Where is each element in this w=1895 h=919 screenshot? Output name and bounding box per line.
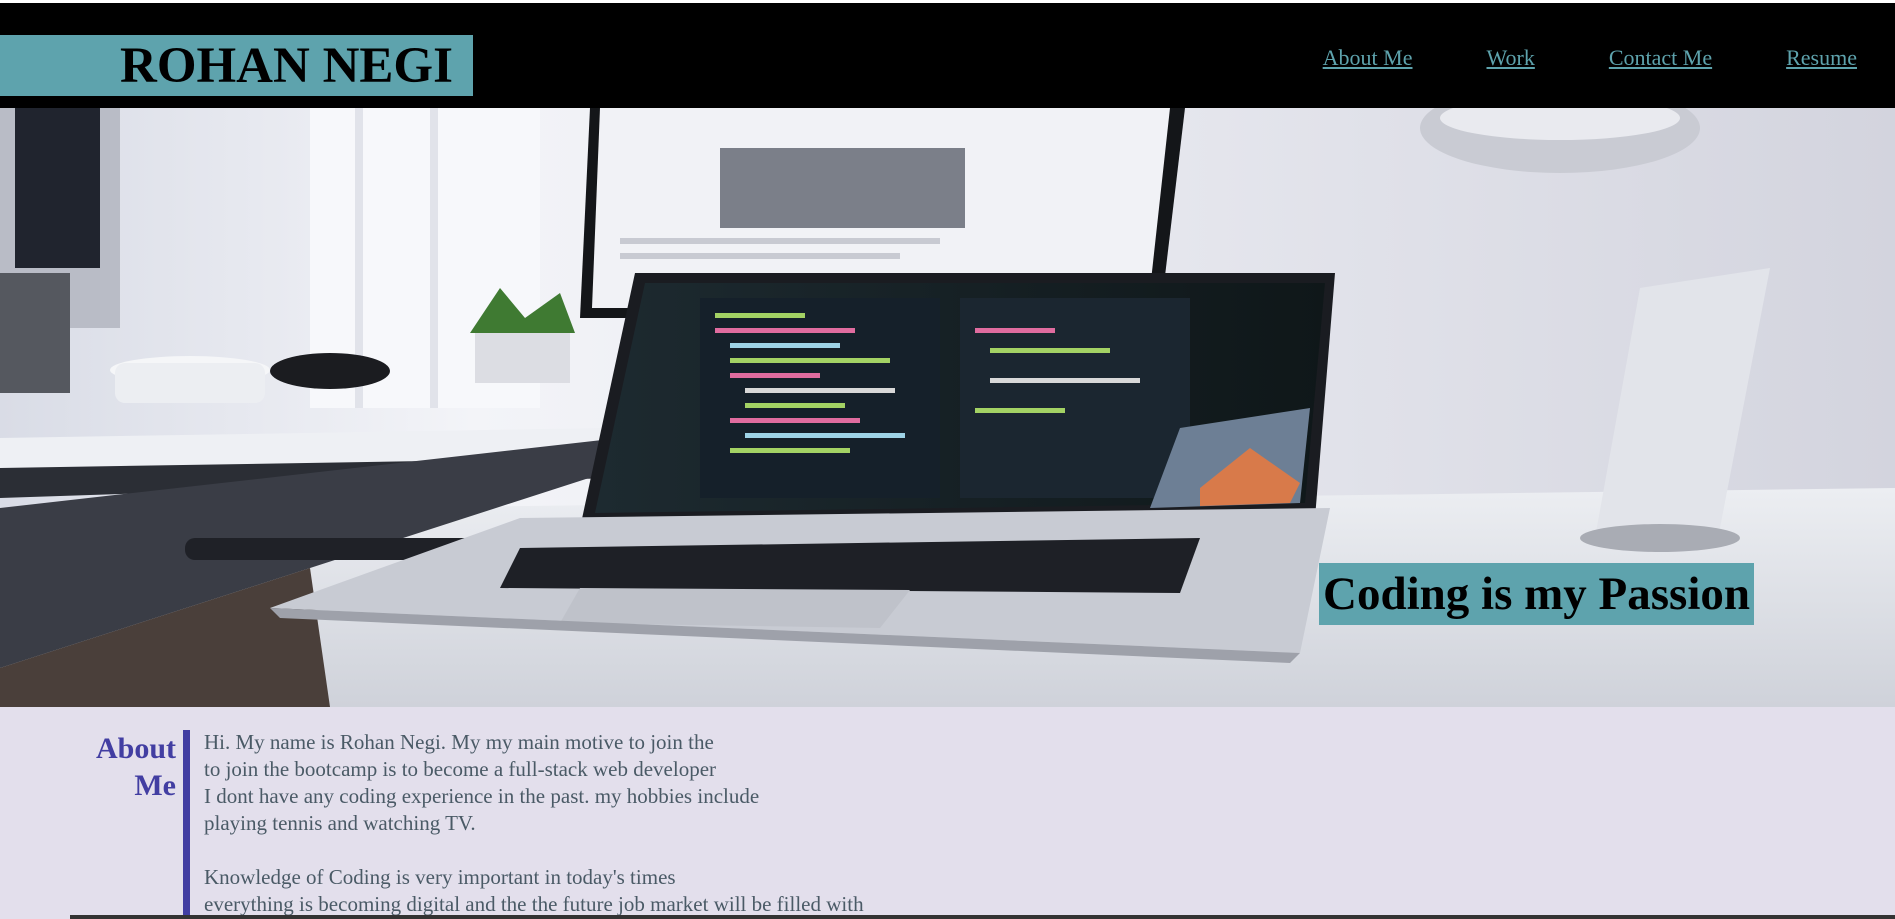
about-section: About Me Hi. My name is Rohan Negi. My m…	[0, 707, 1895, 919]
nav-link-work[interactable]: Work	[1487, 45, 1535, 71]
bottom-divider	[70, 915, 1895, 919]
about-line: playing tennis and watching TV.	[204, 811, 476, 835]
about-line: everything is becoming digital and the t…	[204, 892, 864, 916]
nav-link-contact-me[interactable]: Contact Me	[1609, 45, 1712, 71]
about-line: I dont have any coding experience in the…	[204, 784, 760, 808]
brand-block: ROHAN NEGI	[0, 35, 473, 96]
about-heading-line2: Me	[134, 769, 176, 802]
about-line: Knowledge of Coding is very important in…	[204, 865, 676, 889]
about-heading: About Me	[64, 730, 176, 804]
nav-link-resume[interactable]: Resume	[1786, 45, 1857, 71]
nav-link-about-me[interactable]: About Me	[1323, 45, 1413, 71]
about-divider	[183, 730, 190, 919]
site-title: ROHAN NEGI	[120, 38, 453, 94]
hero-tagline: Coding is my Passion	[1319, 563, 1755, 625]
about-heading-line1: About	[95, 732, 176, 765]
about-line: Hi. My name is Rohan Negi. My my main mo…	[204, 730, 714, 754]
hero-section: Coding is my Passion	[0, 108, 1895, 707]
main-nav: About Me Work Contact Me Resume	[1323, 45, 1857, 71]
about-body: Hi. My name is Rohan Negi. My my main mo…	[204, 729, 1104, 918]
site-header: ROHAN NEGI About Me Work Contact Me Resu…	[0, 0, 1895, 108]
about-line: to join the bootcamp is to become a full…	[204, 757, 717, 781]
